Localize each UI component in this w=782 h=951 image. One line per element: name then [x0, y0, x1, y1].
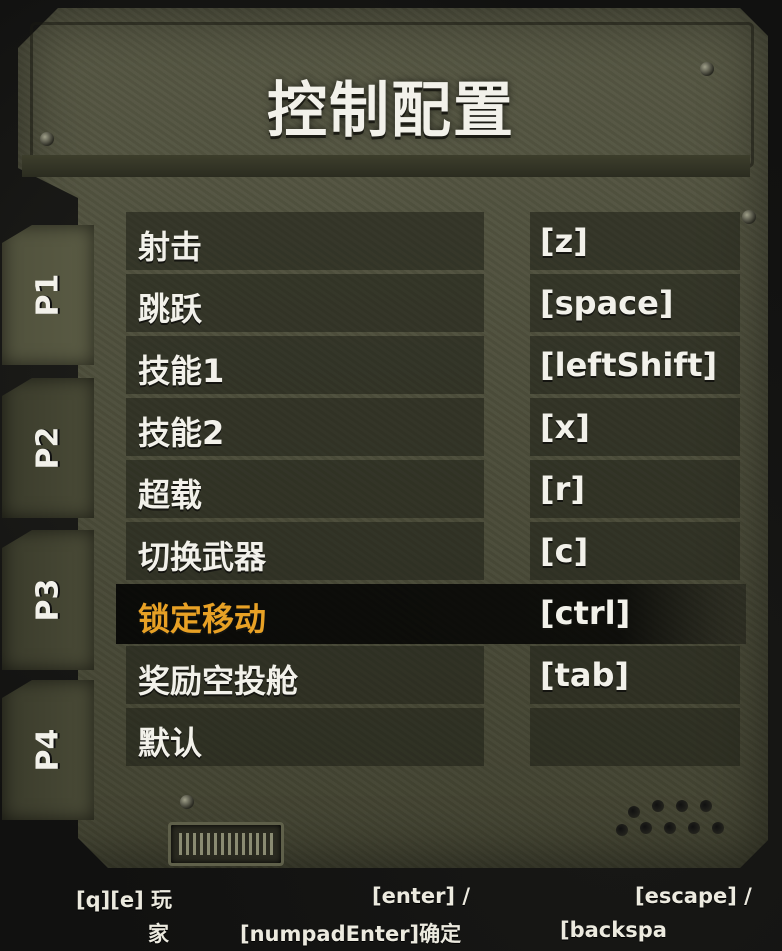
action-label: 跳跃: [138, 290, 203, 328]
rivet-icon: [180, 795, 194, 809]
binding-row-switch-weapon[interactable]: 切换武器 [c]: [126, 522, 740, 582]
key-cell[interactable]: [leftShift]: [530, 336, 740, 394]
key-label: [space]: [540, 284, 674, 322]
key-label: [c]: [540, 532, 589, 570]
action-cell: 切换武器: [126, 522, 484, 580]
tab-p3[interactable]: P3: [2, 530, 94, 670]
action-label: 超载: [138, 476, 203, 514]
action-label: 默认: [138, 724, 203, 762]
key-cell[interactable]: [c]: [530, 522, 740, 580]
hole-icon: [628, 806, 640, 818]
key-cell[interactable]: [x]: [530, 398, 740, 456]
action-cell: 技能2: [126, 398, 484, 456]
key-label: [leftShift]: [540, 346, 718, 384]
hint-back-cont: [backspa: [560, 918, 667, 942]
action-cell: 技能1: [126, 336, 484, 394]
hint-player-switch-cont: 家: [148, 922, 169, 946]
tab-label: P1: [30, 273, 66, 317]
key-cell[interactable]: [ctrl]: [530, 584, 740, 642]
binding-row-shoot[interactable]: 射击 [z]: [126, 212, 740, 272]
action-label: 技能1: [138, 352, 225, 390]
tab-p4[interactable]: P4: [2, 680, 94, 820]
hole-icon: [712, 822, 724, 834]
binding-row-lock-move[interactable]: 锁定移动 [ctrl]: [116, 584, 746, 644]
action-cell: 射击: [126, 212, 484, 270]
hint-confirm: [enter] /: [372, 884, 471, 908]
binding-row-default[interactable]: 默认: [126, 708, 740, 768]
key-label: [z]: [540, 222, 588, 260]
action-label: 技能2: [138, 414, 225, 452]
rivet-icon: [742, 210, 756, 224]
key-label: [r]: [540, 470, 586, 508]
key-cell[interactable]: [space]: [530, 274, 740, 332]
tab-label: P2: [30, 426, 66, 470]
action-cell: 超载: [126, 460, 484, 518]
action-label: 锁定移动: [138, 600, 267, 638]
action-cell: 默认: [126, 708, 484, 766]
tab-label: P4: [30, 728, 66, 772]
key-cell[interactable]: [r]: [530, 460, 740, 518]
binding-row-skill2[interactable]: 技能2 [x]: [126, 398, 740, 458]
hole-icon: [640, 822, 652, 834]
tab-p2[interactable]: P2: [2, 378, 94, 518]
binding-row-airdrop[interactable]: 奖励空投舱 [tab]: [126, 646, 740, 706]
hole-icon: [700, 800, 712, 812]
hint-confirm-cont: [numpadEnter]确定: [240, 922, 462, 946]
action-cell: 奖励空投舱: [126, 646, 484, 704]
binding-row-overload[interactable]: 超载 [r]: [126, 460, 740, 520]
hole-icon: [676, 800, 688, 812]
action-label: 切换武器: [138, 538, 267, 576]
hole-icon: [688, 822, 700, 834]
key-cell[interactable]: [tab]: [530, 646, 740, 704]
hint-back: [escape] /: [635, 884, 752, 908]
hole-icon: [652, 800, 664, 812]
vent-grill-icon: [168, 822, 284, 866]
action-label: 奖励空投舱: [138, 662, 299, 700]
key-label: [tab]: [540, 656, 630, 694]
key-label: [x]: [540, 408, 590, 446]
tab-p1[interactable]: P1: [2, 225, 94, 365]
key-cell: [530, 708, 740, 766]
hint-player-switch: [q][e] 玩: [76, 888, 172, 912]
binding-row-jump[interactable]: 跳跃 [space]: [126, 274, 740, 334]
key-label: [ctrl]: [540, 594, 631, 632]
hole-icon: [664, 822, 676, 834]
vent-slats: [179, 833, 273, 855]
key-cell[interactable]: [z]: [530, 212, 740, 270]
title-divider: [22, 155, 750, 177]
action-cell: 跳跃: [126, 274, 484, 332]
binding-row-skill1[interactable]: 技能1 [leftShift]: [126, 336, 740, 396]
hole-icon: [616, 824, 628, 836]
tab-label: P3: [30, 578, 66, 622]
page-title: 控制配置: [267, 76, 515, 146]
action-cell: 锁定移动: [126, 584, 484, 642]
action-label: 射击: [138, 228, 203, 266]
